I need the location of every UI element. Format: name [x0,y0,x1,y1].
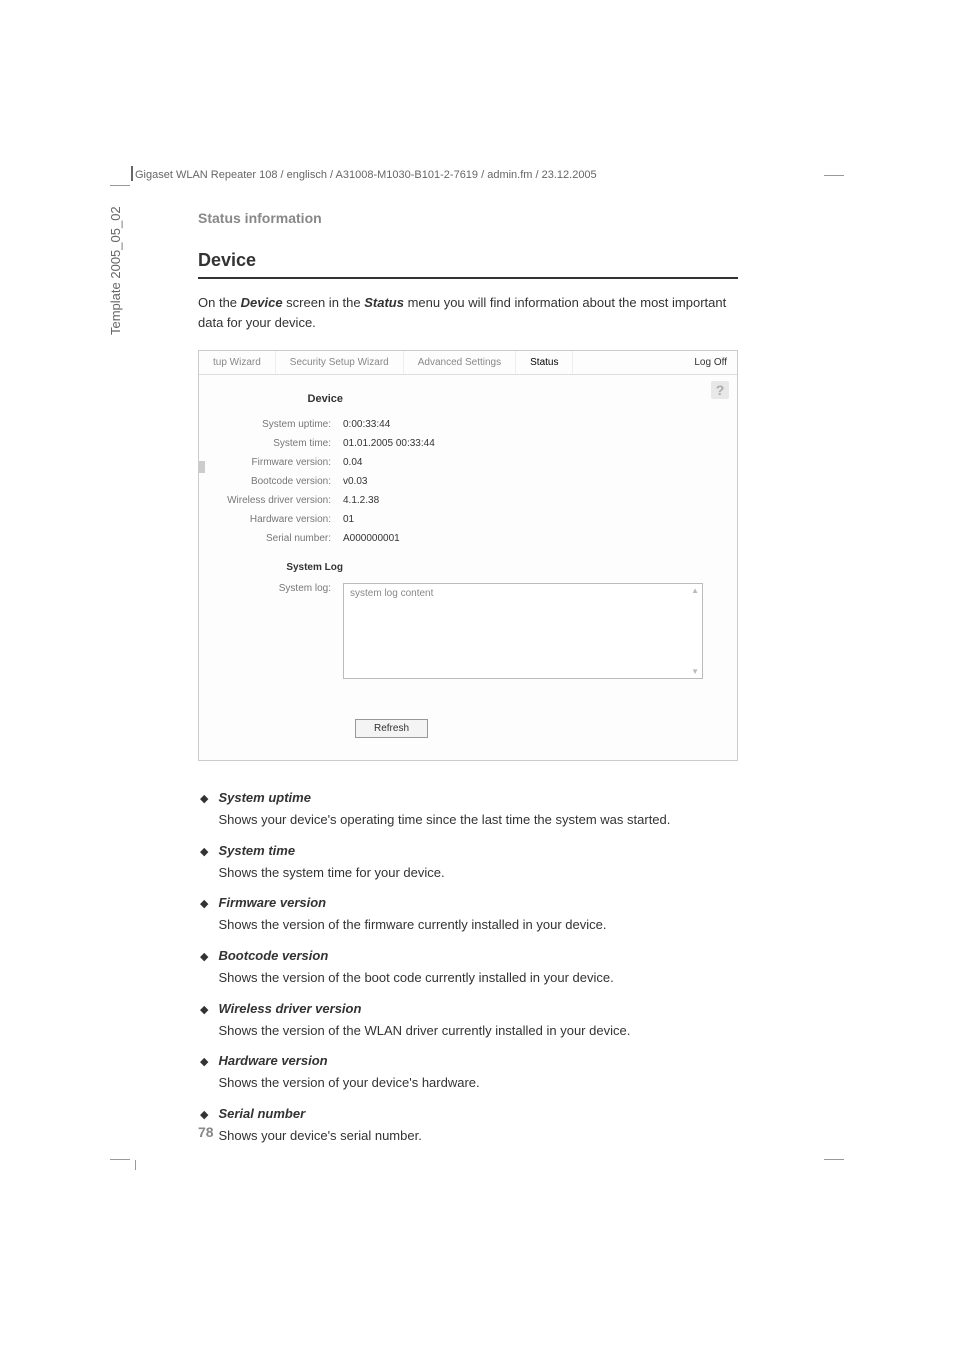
item-title: Firmware version [218,894,738,913]
help-icon[interactable]: ? [711,381,729,399]
item-desc: Shows your device's operating time since… [218,812,670,827]
item-title: System time [218,842,738,861]
list-item: ◆ Firmware version Shows the version of … [198,894,738,935]
text: screen in the [283,295,365,310]
diamond-icon: ◆ [200,950,208,988]
diamond-icon: ◆ [200,845,208,883]
row-hardware-version: Hardware version: 01 [211,514,725,525]
header-bar [131,166,133,181]
template-label: Template 2005_05_02 [108,206,123,335]
label: Bootcode version: [211,476,343,487]
crop-mark [824,175,844,176]
page-content: Status information Device On the Device … [198,210,738,1158]
row-system-time: System time: 01.01.2005 00:33:44 [211,438,725,449]
definitions-list: ◆ System uptime Shows your device's oper… [198,789,738,1146]
tab-security-setup[interactable]: Security Setup Wizard [276,351,404,374]
tab-status[interactable]: Status [516,351,573,374]
diamond-icon: ◆ [200,897,208,935]
label: System time: [211,438,343,449]
value: 01.01.2005 00:33:44 [343,438,435,449]
text: On the [198,295,241,310]
item-desc: Shows the version of the WLAN driver cur… [218,1023,630,1038]
list-content: System uptime Shows your device's operat… [218,789,738,830]
item-title: System uptime [218,789,738,808]
value: 4.1.2.38 [343,495,379,506]
value: 01 [343,514,354,525]
label: System uptime: [211,419,343,430]
intro-paragraph: On the Device screen in the Status menu … [198,293,738,332]
label: Serial number: [211,533,343,544]
list-content: Firmware version Shows the version of th… [218,894,738,935]
screenshot-body: ? Device System uptime: 0:00:33:44 Syste… [199,375,737,760]
crop-mark [110,1159,130,1160]
list-item: ◆ System time Shows the system time for … [198,842,738,883]
item-title: Wireless driver version [218,1000,738,1019]
refresh-button[interactable]: Refresh [355,719,428,738]
scroll-down-icon[interactable]: ▼ [691,667,699,676]
item-desc: Shows your device's serial number. [218,1128,421,1143]
item-title: Bootcode version [218,947,738,966]
system-log-heading: System Log [211,562,343,573]
tab-bar: tup Wizard Security Setup Wizard Advance… [199,351,737,375]
value: A000000001 [343,533,400,544]
diamond-icon: ◆ [200,1003,208,1041]
list-content: Hardware version Shows the version of yo… [218,1052,738,1093]
list-item: ◆ Wireless driver version Shows the vers… [198,1000,738,1041]
device-status-screenshot: tup Wizard Security Setup Wizard Advance… [198,350,738,761]
log-content: system log content [350,588,433,599]
page-number: 78 [198,1124,214,1140]
row-bootcode-version: Bootcode version: v0.03 [211,476,725,487]
label: Firmware version: [211,457,343,468]
value: v0.03 [343,476,367,487]
logoff-link[interactable]: Log Off [694,357,727,368]
value: 0:00:33:44 [343,419,390,430]
row-wireless-driver-version: Wireless driver version: 4.1.2.38 [211,495,725,506]
item-desc: Shows the version of your device's hardw… [218,1075,479,1090]
list-content: Bootcode version Shows the version of th… [218,947,738,988]
list-item: ◆ Bootcode version Shows the version of … [198,947,738,988]
list-content: Wireless driver version Shows the versio… [218,1000,738,1041]
item-title: Serial number [218,1105,738,1124]
system-log-textarea[interactable]: system log content ▲ ▼ [343,583,703,679]
section-label: Status information [198,210,738,226]
label: Hardware version: [211,514,343,525]
diamond-icon: ◆ [200,792,208,830]
tab-setup-wizard[interactable]: tup Wizard [199,351,276,374]
list-item: ◆ Hardware version Shows the version of … [198,1052,738,1093]
row-system-uptime: System uptime: 0:00:33:44 [211,419,725,430]
bold-status: Status [364,295,404,310]
sidebar-indicator [199,461,205,473]
row-serial-number: Serial number: A000000001 [211,533,725,544]
item-desc: Shows the system time for your device. [218,865,444,880]
document-path: Gigaset WLAN Repeater 108 / englisch / A… [135,169,597,181]
label: Wireless driver version: [211,495,343,506]
panel-heading: Device [211,393,343,405]
item-desc: Shows the version of the boot code curre… [218,970,613,985]
scroll-up-icon[interactable]: ▲ [691,586,699,595]
label: System log: [211,583,343,594]
list-content: Serial number Shows your device's serial… [218,1105,738,1146]
list-item: ◆ System uptime Shows your device's oper… [198,789,738,830]
row-firmware-version: Firmware version: 0.04 [211,457,725,468]
item-desc: Shows the version of the firmware curren… [218,917,606,932]
diamond-icon: ◆ [200,1055,208,1093]
crop-mark [110,185,130,186]
crop-mark [824,1159,844,1160]
list-item: ◆ Serial number Shows your device's seri… [198,1105,738,1146]
item-title: Hardware version [218,1052,738,1071]
row-system-log: System log: system log content ▲ ▼ [211,583,725,679]
tab-advanced-settings[interactable]: Advanced Settings [404,351,516,374]
crop-mark [135,1160,136,1170]
value: 0.04 [343,457,362,468]
page-title: Device [198,250,738,279]
bold-device: Device [241,295,283,310]
list-content: System time Shows the system time for yo… [218,842,738,883]
